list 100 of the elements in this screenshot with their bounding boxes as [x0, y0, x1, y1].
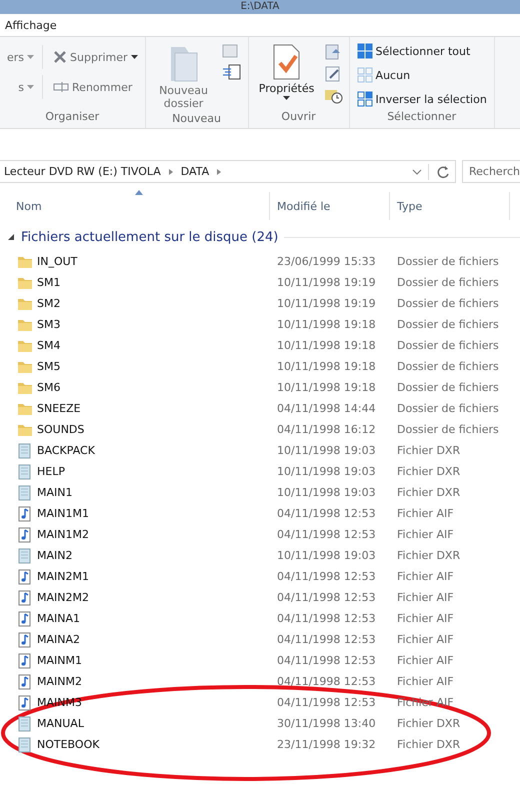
ribbon-button[interactable]: ers [5, 45, 44, 69]
modified-date: 10/11/1998 19:18 [276, 381, 377, 394]
folder-icon [17, 296, 33, 310]
audio-file-icon [17, 506, 33, 522]
grid-icon [356, 67, 373, 83]
modified-date: 04/11/1998 12:53 [276, 591, 377, 604]
select-none-button[interactable]: Aucun [354, 65, 489, 85]
close-icon [53, 50, 68, 64]
address-bar[interactable]: Lecteur DVD RW (E:) TIVOLA DATA [0, 160, 456, 183]
window-title: E:\DATA [240, 1, 280, 13]
file-name[interactable]: BACKPACK [37, 444, 95, 457]
folder-icon [17, 318, 33, 332]
sort-arrow-icon [135, 190, 143, 195]
file-type: Fichier AIF [396, 507, 455, 520]
file-type: Dossier de fichiers [396, 255, 500, 268]
column-header[interactable]: Nom [0, 192, 270, 220]
modified-date: 10/11/1998 19:03 [276, 549, 377, 562]
file-type: Fichier DXR [396, 486, 462, 499]
new-folder-button[interactable]: Nouveau dossier [150, 41, 217, 112]
file-name[interactable]: MAINM1 [37, 654, 82, 667]
file-type: Dossier de fichiers [396, 402, 500, 415]
file-name[interactable]: SM6 [37, 381, 60, 394]
breadcrumb[interactable]: Lecteur DVD RW (E:) TIVOLA [4, 165, 161, 178]
file-name[interactable]: SM4 [37, 339, 60, 352]
select-all-button[interactable]: Sélectionner tout [354, 41, 489, 61]
file-type: Dossier de fichiers [396, 297, 500, 310]
modified-date: 10/11/1998 19:03 [276, 444, 377, 457]
dropdown-icon[interactable] [412, 168, 422, 176]
collapse-icon[interactable] [7, 233, 15, 241]
modified-date: 04/11/1998 12:53 [276, 507, 377, 520]
ribbon-button[interactable]: s [5, 75, 44, 99]
file-name[interactable]: SM2 [37, 297, 60, 310]
file-type: Fichier DXR [396, 717, 462, 730]
modified-date: 04/11/1998 16:12 [276, 423, 377, 436]
chevron-icon [215, 168, 224, 176]
modified-date: 04/11/1998 12:53 [276, 633, 377, 646]
file-name[interactable]: MAIN2M2 [37, 591, 89, 604]
file-name[interactable]: MAIN1M1 [37, 507, 89, 520]
search-field[interactable]: Recherch [462, 160, 520, 183]
audio-file-icon [17, 674, 33, 690]
file-type: Dossier de fichiers [396, 423, 500, 436]
file-type: Dossier de fichiers [396, 339, 500, 352]
file-name[interactable]: SM5 [37, 360, 60, 373]
column-header[interactable]: Type [390, 192, 510, 220]
file-name[interactable]: IN_OUT [37, 255, 78, 268]
audio-file-icon [17, 652, 33, 668]
document-icon [17, 484, 33, 500]
file-name[interactable]: NOTEBOOK [37, 738, 100, 751]
file-name[interactable]: MAINA1 [37, 612, 80, 625]
modified-date: 04/11/1998 12:53 [276, 612, 377, 625]
folder-icon [17, 338, 33, 352]
modified-date: 04/11/1998 12:53 [276, 675, 377, 688]
file-name[interactable]: MAIN2 [37, 549, 72, 562]
modified-date: 10/11/1998 19:03 [276, 486, 377, 499]
modified-date: 10/11/1998 19:03 [276, 465, 377, 478]
file-type: Dossier de fichiers [396, 381, 500, 394]
group-label: Nouveau [171, 112, 222, 127]
audio-file-icon [17, 568, 33, 584]
file-name[interactable]: SOUNDS [37, 423, 84, 436]
file-name[interactable]: SM3 [37, 318, 60, 331]
file-type: Fichier DXR [396, 738, 462, 751]
file-name[interactable]: MAIN1 [37, 486, 72, 499]
folder-icon [17, 380, 33, 394]
rename-button[interactable]: Renommer [51, 75, 140, 99]
audio-file-icon [17, 610, 33, 626]
modified-date: 04/11/1998 12:53 [276, 696, 377, 709]
file-type: Fichier DXR [396, 444, 462, 457]
file-name[interactable]: HELP [37, 465, 65, 478]
file-name[interactable]: MAINA2 [37, 633, 80, 646]
rename-icon [53, 81, 70, 93]
file-name[interactable]: MAINM2 [37, 675, 82, 688]
caret-icon [27, 85, 34, 89]
ribbon-tab[interactable]: Affichage [5, 18, 57, 32]
file-type: Fichier AIF [396, 528, 455, 541]
modified-date: 10/11/1998 19:18 [276, 318, 377, 331]
refresh-icon[interactable] [428, 164, 451, 180]
folder-icon [17, 402, 33, 416]
file-name[interactable]: MAIN2M1 [37, 570, 89, 583]
file-name[interactable]: MAIN1M2 [37, 528, 89, 541]
modified-date: 10/11/1998 19:18 [276, 360, 377, 373]
group-label: Sélectionner [386, 110, 458, 125]
folder-icon [17, 254, 33, 268]
delete-button[interactable]: Supprimer [51, 45, 140, 69]
file-name[interactable]: MANUAL [37, 717, 84, 730]
file-name[interactable]: SM1 [37, 276, 60, 289]
document-icon [17, 736, 33, 752]
file-type: Dossier de fichiers [396, 360, 500, 373]
group-label: Ouvrir [280, 110, 317, 125]
file-type: Fichier DXR [396, 465, 462, 478]
breadcrumb[interactable]: DATA [180, 165, 210, 178]
grid-icon [356, 91, 373, 107]
audio-file-icon [17, 694, 33, 710]
caret-icon [27, 55, 34, 59]
column-header[interactable]: Modifié le [270, 192, 390, 220]
properties-button[interactable]: Propriétés [254, 41, 320, 105]
invert-selection-button[interactable]: Inverser la sélection [354, 89, 489, 109]
file-type: Fichier AIF [396, 612, 455, 625]
modified-date: 30/11/1998 13:40 [276, 717, 377, 730]
group-header[interactable]: Fichiers actuellement sur le disque (24) [21, 230, 278, 244]
file-name[interactable]: SNEEZE [37, 402, 81, 415]
